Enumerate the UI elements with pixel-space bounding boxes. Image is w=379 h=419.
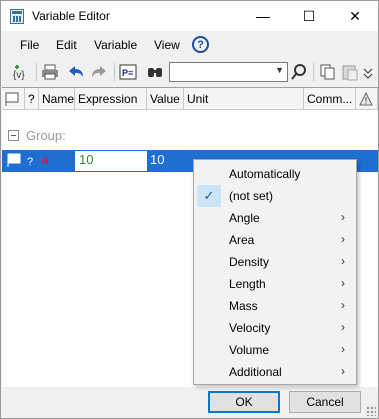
svg-text:{v}: {v} [13, 70, 25, 81]
menu-item-density[interactable]: Density › [195, 251, 355, 273]
menu-item-label: Mass [229, 299, 258, 313]
menu-item-label: Density [229, 255, 270, 269]
toolbar-overflow-icon[interactable] [362, 63, 374, 81]
add-variable-icon[interactable]: {v} [13, 63, 31, 81]
search-combo[interactable]: ▼ [169, 62, 288, 82]
svg-text:P≡: P≡ [122, 68, 133, 78]
menu-variable[interactable]: Variable [94, 38, 137, 52]
toolbar-separator [114, 63, 115, 81]
help-icon[interactable]: ? [192, 36, 209, 53]
chevron-right-icon: › [341, 210, 345, 224]
close-button[interactable]: ✕ [332, 1, 378, 31]
chevron-right-icon: › [341, 364, 345, 378]
variable-editor-window: Variable Editor — ☐ ✕ File Edit Variable… [0, 0, 379, 419]
find-icon[interactable] [146, 63, 164, 81]
column-header-expression[interactable]: Expression [75, 88, 147, 110]
menu-item-label: Angle [229, 211, 260, 225]
dialog-footer: OK Cancel [1, 388, 378, 418]
ok-button[interactable]: OK [208, 391, 280, 413]
maximize-button[interactable]: ☐ [286, 1, 332, 31]
row-status-icon: ? [24, 154, 38, 172]
chevron-right-icon: › [341, 320, 345, 334]
menu-item-area[interactable]: Area › [195, 229, 355, 251]
copy-icon[interactable] [319, 63, 337, 81]
chevron-right-icon: › [341, 342, 345, 356]
row-flag-icon[interactable] [5, 153, 21, 171]
calculator-icon [10, 9, 24, 24]
paste-icon[interactable] [341, 63, 359, 81]
unit-context-menu: Automatically ✓ (not set) Angle › Area ›… [193, 159, 357, 385]
column-header-status[interactable]: ? [25, 88, 39, 110]
warning-icon [359, 91, 373, 106]
chevron-right-icon: › [341, 254, 345, 268]
checkmark-icon: ✓ [197, 185, 221, 207]
minimize-button[interactable]: — [240, 1, 286, 31]
menu-item-label: Area [229, 233, 255, 247]
toolbar-separator [36, 63, 37, 81]
row-expression-input[interactable]: 10 [75, 151, 147, 171]
group-label: Group: [26, 128, 66, 143]
menu-item-volume[interactable]: Volume › [195, 339, 355, 361]
menu-item-angle[interactable]: Angle › [195, 207, 355, 229]
menu-item-velocity[interactable]: Velocity › [195, 317, 355, 339]
column-header-name[interactable]: Name [39, 88, 75, 110]
chevron-right-icon: › [341, 276, 345, 290]
toolbar-separator [313, 63, 314, 81]
resize-grip-icon[interactable] [366, 406, 376, 416]
chevron-down-icon: ▼ [275, 65, 284, 75]
menu-item-mass[interactable]: Mass › [195, 295, 355, 317]
menu-file[interactable]: File [20, 38, 39, 52]
menu-item-label: Automatically [229, 167, 301, 181]
menu-bar: File Edit Variable View ? [1, 33, 378, 57]
flag-icon [5, 92, 19, 106]
toolbar: {v} P≡ ▼ [1, 58, 378, 86]
search-icon[interactable] [290, 63, 308, 81]
row-value: 10 [150, 152, 165, 167]
menu-item-label: Additional [229, 365, 282, 379]
menu-item-label: (not set) [229, 189, 274, 203]
column-header-comment[interactable]: Comm... [304, 88, 356, 110]
window-title: Variable Editor [32, 9, 110, 23]
menu-item-label: Volume [229, 343, 270, 357]
chevron-right-icon: › [341, 298, 345, 312]
menu-item-length[interactable]: Length › [195, 273, 355, 295]
chevron-right-icon: › [341, 232, 345, 246]
redo-icon[interactable] [90, 63, 108, 81]
collapse-toggle-icon[interactable] [8, 130, 19, 141]
print-icon[interactable] [41, 63, 59, 81]
row-name[interactable]: a [39, 152, 75, 170]
menu-item-label: Velocity [229, 321, 271, 335]
menu-edit[interactable]: Edit [56, 38, 77, 52]
menu-item-additional[interactable]: Additional › [195, 361, 355, 383]
menu-item-label: Length [229, 277, 266, 291]
title-bar: Variable Editor — ☐ ✕ [1, 1, 378, 31]
properties-icon[interactable]: P≡ [119, 63, 137, 81]
menu-view[interactable]: View [154, 38, 180, 52]
menu-item-not-set[interactable]: ✓ (not set) [195, 185, 355, 207]
column-header-warning[interactable] [356, 88, 378, 110]
column-header-value[interactable]: Value [147, 88, 184, 110]
column-header-flag[interactable] [2, 88, 25, 110]
menu-item-automatically[interactable]: Automatically [195, 163, 355, 185]
group-row[interactable]: Group: [2, 126, 378, 146]
svg-text:?: ? [27, 156, 33, 168]
cancel-button[interactable]: Cancel [289, 391, 361, 413]
column-header-unit[interactable]: Unit [184, 88, 304, 110]
undo-icon[interactable] [67, 63, 85, 81]
